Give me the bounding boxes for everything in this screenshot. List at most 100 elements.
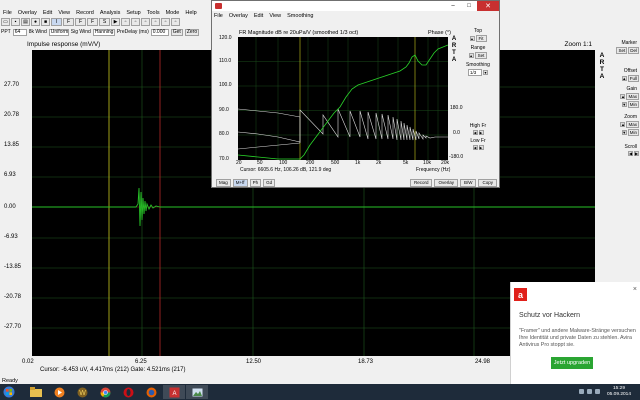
stop-icon[interactable]: ■ — [41, 18, 50, 26]
fr-window[interactable]: – □ ✕ File Overlay Edit View Smoothing F… — [211, 0, 500, 188]
fr-menu-overlay[interactable]: Overlay — [229, 13, 248, 19]
marker-set-button[interactable]: Set — [616, 47, 628, 54]
wow-icon[interactable]: W — [71, 385, 93, 399]
ppt-select[interactable]: 64 — [12, 28, 27, 36]
fr2-mode-icon[interactable]: F — [75, 18, 86, 26]
fr-set-button[interactable]: Set — [474, 52, 488, 59]
menu-mode[interactable]: Mode — [166, 10, 180, 16]
fr-range-up-icon[interactable]: ▲ — [468, 53, 474, 58]
gain-max-button[interactable]: Max — [626, 93, 639, 100]
get-button[interactable]: Get — [170, 28, 183, 36]
tray-volume-icon[interactable] — [595, 389, 600, 394]
menu-analysis[interactable]: Analysis — [100, 10, 120, 16]
offset-full-button[interactable]: Full — [627, 75, 639, 82]
print-icon[interactable]: ▤ — [21, 18, 30, 26]
clock[interactable]: 15:29 05.09.2014 — [604, 386, 634, 398]
tool-b-icon[interactable]: ▫ — [131, 18, 140, 26]
fr-smoothing-dropdown-icon[interactable]: ▼ — [483, 70, 488, 75]
record-button[interactable]: Record — [409, 178, 433, 187]
fr-y-tick: 80.0 — [219, 131, 229, 137]
fr-fit-button[interactable]: Fit — [475, 35, 487, 42]
y-tick: -27.70 — [4, 324, 22, 330]
fr-top-up-icon[interactable]: ▲ — [469, 36, 475, 41]
explorer-icon[interactable] — [25, 385, 47, 399]
zero-button[interactable]: Zero — [184, 28, 200, 36]
fr-x-tick: 500 — [331, 160, 340, 166]
marker-del-button[interactable]: Del — [628, 47, 639, 54]
tool-f-icon[interactable]: ▫ — [171, 18, 180, 26]
firefox-icon[interactable] — [140, 385, 162, 399]
overlay-button[interactable]: Overlay — [434, 178, 458, 187]
fr-high-right-icon[interactable]: ▶ — [478, 130, 484, 135]
gain-down-icon[interactable]: ▼ — [621, 102, 627, 107]
tool-e-icon[interactable]: ▫ — [161, 18, 170, 26]
start-button[interactable] — [3, 386, 15, 398]
tray-network-icon[interactable] — [587, 389, 592, 394]
menu-record[interactable]: Record — [76, 10, 94, 16]
tray-flag-icon[interactable] — [579, 389, 584, 394]
arta-icon[interactable]: A — [163, 385, 185, 399]
maximize-icon[interactable]: □ — [463, 1, 475, 11]
fr-chart-title: FR Magnitude dB re 20uPa/V (smoothed 1/3… — [239, 30, 359, 36]
menu-file[interactable]: File — [3, 10, 12, 16]
zoom-up-icon[interactable]: ▲ — [620, 122, 626, 127]
fr-menu-file[interactable]: File — [214, 13, 223, 19]
fr-menu-view[interactable]: View — [269, 13, 281, 19]
menu-edit[interactable]: Edit — [43, 10, 52, 16]
tool-a-icon[interactable]: ▫ — [121, 18, 130, 26]
y-tick: 6.93 — [4, 172, 16, 178]
fr-plot[interactable] — [238, 37, 448, 160]
menu-view[interactable]: View — [58, 10, 70, 16]
zoom-min-button[interactable]: Min — [627, 129, 639, 136]
upgrade-button[interactable]: Jetzt upgraden — [551, 357, 593, 369]
menu-overlay[interactable]: Overlay — [18, 10, 37, 16]
menu-tools[interactable]: Tools — [147, 10, 160, 16]
open-icon[interactable]: ▭ — [1, 18, 10, 26]
chrome-icon[interactable] — [94, 385, 116, 399]
menu-setup[interactable]: Setup — [126, 10, 140, 16]
tab-mag-phase[interactable]: M+ff — [232, 178, 248, 187]
gain-up-icon[interactable]: ▲ — [620, 94, 626, 99]
zoom-max-button[interactable]: Max — [626, 121, 639, 128]
close-icon[interactable]: × — [633, 286, 637, 293]
avira-title: Schutz vor Hackern — [519, 312, 581, 319]
predelay-input[interactable]: 0.000 — [150, 28, 169, 36]
window-select[interactable]: Uniform — [48, 28, 69, 36]
zoom-label: Zoom 1:1 — [564, 40, 592, 48]
fr-high-left-icon[interactable]: ◀ — [472, 130, 478, 135]
tab-phase[interactable]: Ph — [249, 178, 262, 187]
main-menubar: File Overlay Edit View Record Analysis S… — [0, 9, 212, 17]
close-icon[interactable]: ✕ — [477, 1, 499, 11]
fr-menu-edit[interactable]: Edit — [254, 13, 263, 19]
fr-menu-smoothing[interactable]: Smoothing — [287, 13, 313, 19]
fr-low-right-icon[interactable]: ▶ — [478, 145, 484, 150]
copy-button[interactable]: Copy — [478, 178, 497, 187]
media-player-icon[interactable] — [48, 385, 70, 399]
fr-smoothing-select[interactable]: 1/3 — [468, 69, 482, 76]
picture-viewer-icon[interactable] — [186, 385, 208, 399]
sig-wind-select[interactable]: Hanning — [92, 28, 115, 36]
tool-d-icon[interactable]: ▫ — [151, 18, 160, 26]
zoom-down-icon[interactable]: ▼ — [621, 130, 627, 135]
save-icon[interactable]: ▪ — [11, 18, 20, 26]
offset-up-icon[interactable]: ▲ — [621, 76, 627, 81]
minimize-icon[interactable]: – — [447, 1, 459, 11]
tool-c-icon[interactable]: ▫ — [141, 18, 150, 26]
scroll-left-icon[interactable]: ◀ — [628, 151, 633, 156]
x-tick: 24.98 — [475, 359, 491, 365]
bw-button[interactable]: B/W — [459, 178, 477, 187]
gain-min-button[interactable]: Min — [627, 101, 639, 108]
fr-low-left-icon[interactable]: ◀ — [472, 145, 478, 150]
opera-icon[interactable] — [117, 385, 139, 399]
fr-titlebar[interactable]: – □ ✕ — [212, 1, 499, 11]
play-icon[interactable]: ▶ — [111, 18, 120, 26]
fr3-mode-icon[interactable]: F — [87, 18, 98, 26]
spl-mode-icon[interactable]: S — [99, 18, 110, 26]
menu-help[interactable]: Help — [185, 10, 196, 16]
fr1-mode-icon[interactable]: F — [63, 18, 74, 26]
tab-group-delay[interactable]: Gd — [263, 178, 276, 187]
imp-mode-icon[interactable]: I — [51, 18, 62, 26]
record-icon[interactable]: ● — [31, 18, 40, 26]
tab-mag[interactable]: Mag — [216, 178, 231, 187]
scroll-right-icon[interactable]: ▶ — [634, 151, 639, 156]
